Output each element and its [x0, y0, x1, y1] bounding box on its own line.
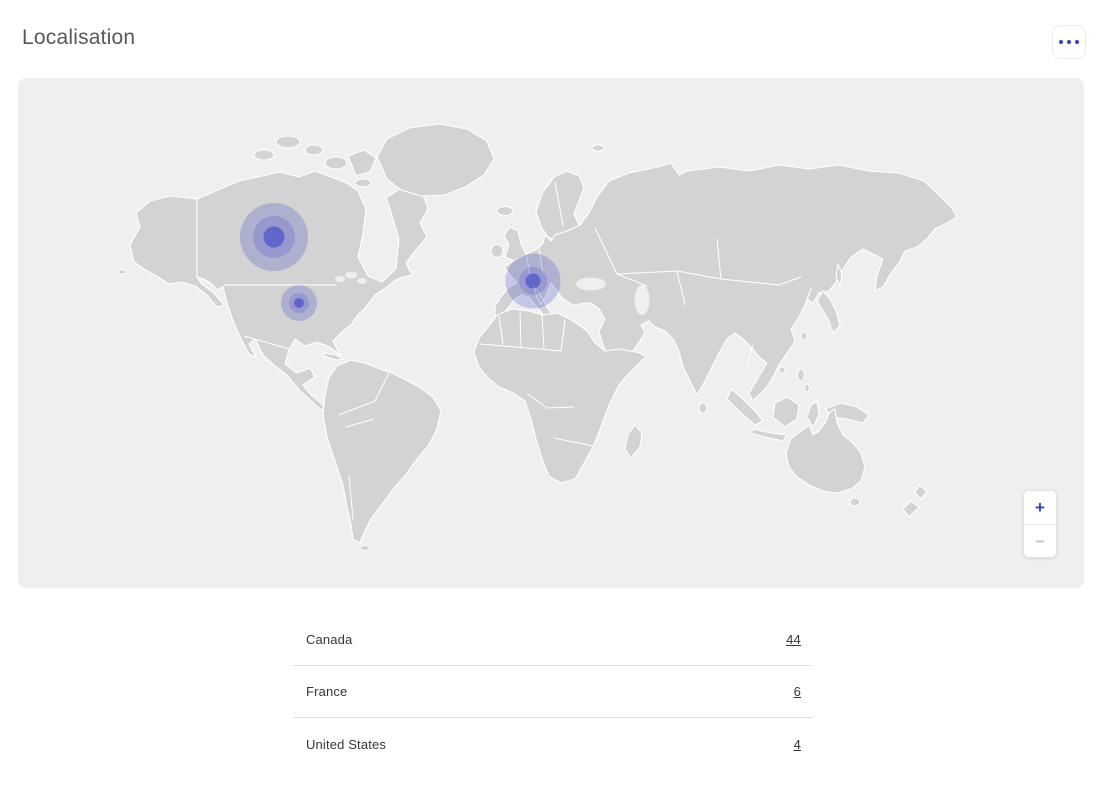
borneo [773, 397, 799, 427]
new-zealand [903, 501, 919, 517]
madagascar [625, 425, 642, 458]
caspian-sea [635, 285, 650, 315]
baffin-island [348, 150, 376, 176]
black-sea [576, 278, 606, 291]
country-count-link[interactable]: 4 [794, 737, 812, 752]
tierra-del-fuego [360, 546, 370, 551]
world-map[interactable]: + − [18, 78, 1084, 588]
ellipsis-icon [1059, 40, 1079, 44]
iceland [497, 207, 513, 216]
country-label: France [293, 684, 347, 699]
card-menu-button[interactable] [1052, 25, 1086, 59]
zoom-in-button[interactable]: + [1024, 491, 1056, 524]
map-bubble-canada[interactable] [240, 203, 308, 271]
table-row: Canada 44 [293, 614, 812, 666]
arctic-island [325, 157, 347, 169]
sri-lanka [699, 403, 707, 413]
arctic-island [276, 136, 300, 148]
aleutian-islands [117, 270, 127, 274]
hainan [779, 367, 785, 373]
world-map-svg [18, 78, 1084, 588]
great-lake [335, 276, 345, 282]
philippines [805, 384, 810, 392]
svalbard [592, 145, 604, 151]
zoom-out-button[interactable]: − [1024, 524, 1056, 557]
arctic-island [305, 145, 323, 155]
country-count-link[interactable]: 6 [794, 684, 812, 699]
tasmania [850, 498, 860, 506]
landmass-australia [786, 409, 865, 493]
japan [817, 291, 840, 333]
cuba [323, 353, 344, 360]
country-label: United States [293, 737, 386, 752]
page-title: Localisation [22, 26, 135, 50]
landmass-greenland [377, 124, 494, 196]
arctic-island [355, 179, 371, 187]
map-zoom-controls: + − [1023, 490, 1057, 558]
philippines [798, 369, 805, 381]
new-zealand [915, 485, 927, 499]
table-row: United States 4 [293, 718, 812, 770]
java [751, 429, 787, 441]
table-row: France 6 [293, 666, 812, 718]
sulawesi [807, 401, 819, 427]
map-bubble-united-states[interactable] [281, 285, 317, 321]
country-label: Canada [293, 632, 352, 647]
ireland [491, 245, 503, 258]
taiwan [801, 332, 807, 340]
country-table: Canada 44 France 6 United States 4 [293, 614, 812, 770]
country-count-link[interactable]: 44 [786, 632, 812, 647]
map-bubble-france[interactable] [506, 254, 561, 309]
great-lake [357, 278, 367, 284]
great-lake [345, 272, 357, 279]
arctic-island [254, 150, 274, 160]
